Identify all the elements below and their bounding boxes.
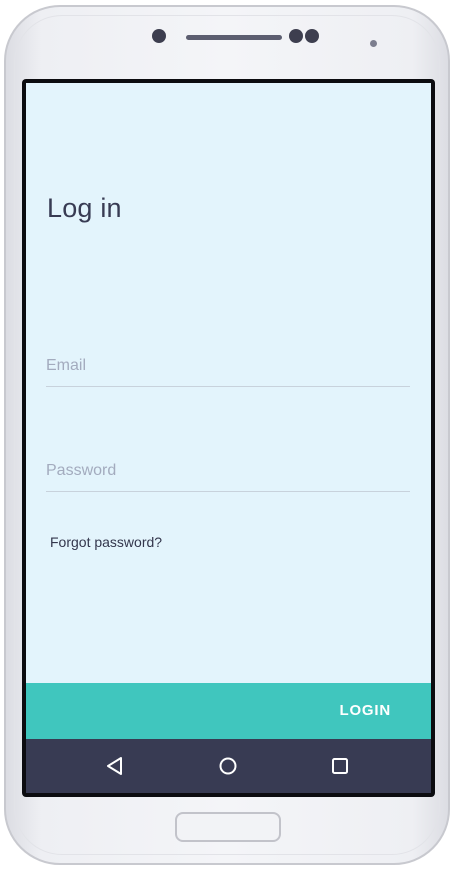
app-screen: Log in Forgot password? LOGIN [26,83,431,793]
password-field[interactable] [46,456,410,492]
login-button[interactable]: LOGIN [340,702,392,719]
circle-home-icon [219,757,237,775]
login-bar[interactable]: LOGIN [26,683,431,739]
forgot-password-link[interactable]: Forgot password? [50,534,162,550]
page-title: Log in [47,193,122,223]
proximity-sensor-icon [370,40,377,47]
earpiece-speaker [186,35,282,40]
triangle-back-icon [107,757,122,775]
front-camera-icon [289,29,303,43]
recent-apps-button[interactable] [326,752,354,780]
front-sensor-icon [152,29,166,43]
screen-bezel: Log in Forgot password? LOGIN [22,79,435,797]
back-button[interactable] [101,752,129,780]
home-nav-button[interactable] [214,752,242,780]
square-recent-apps-icon [332,758,348,774]
physical-home-button [175,812,281,842]
email-field[interactable] [46,351,410,387]
android-nav-bar [26,739,431,793]
front-camera-icon-secondary [305,29,319,43]
